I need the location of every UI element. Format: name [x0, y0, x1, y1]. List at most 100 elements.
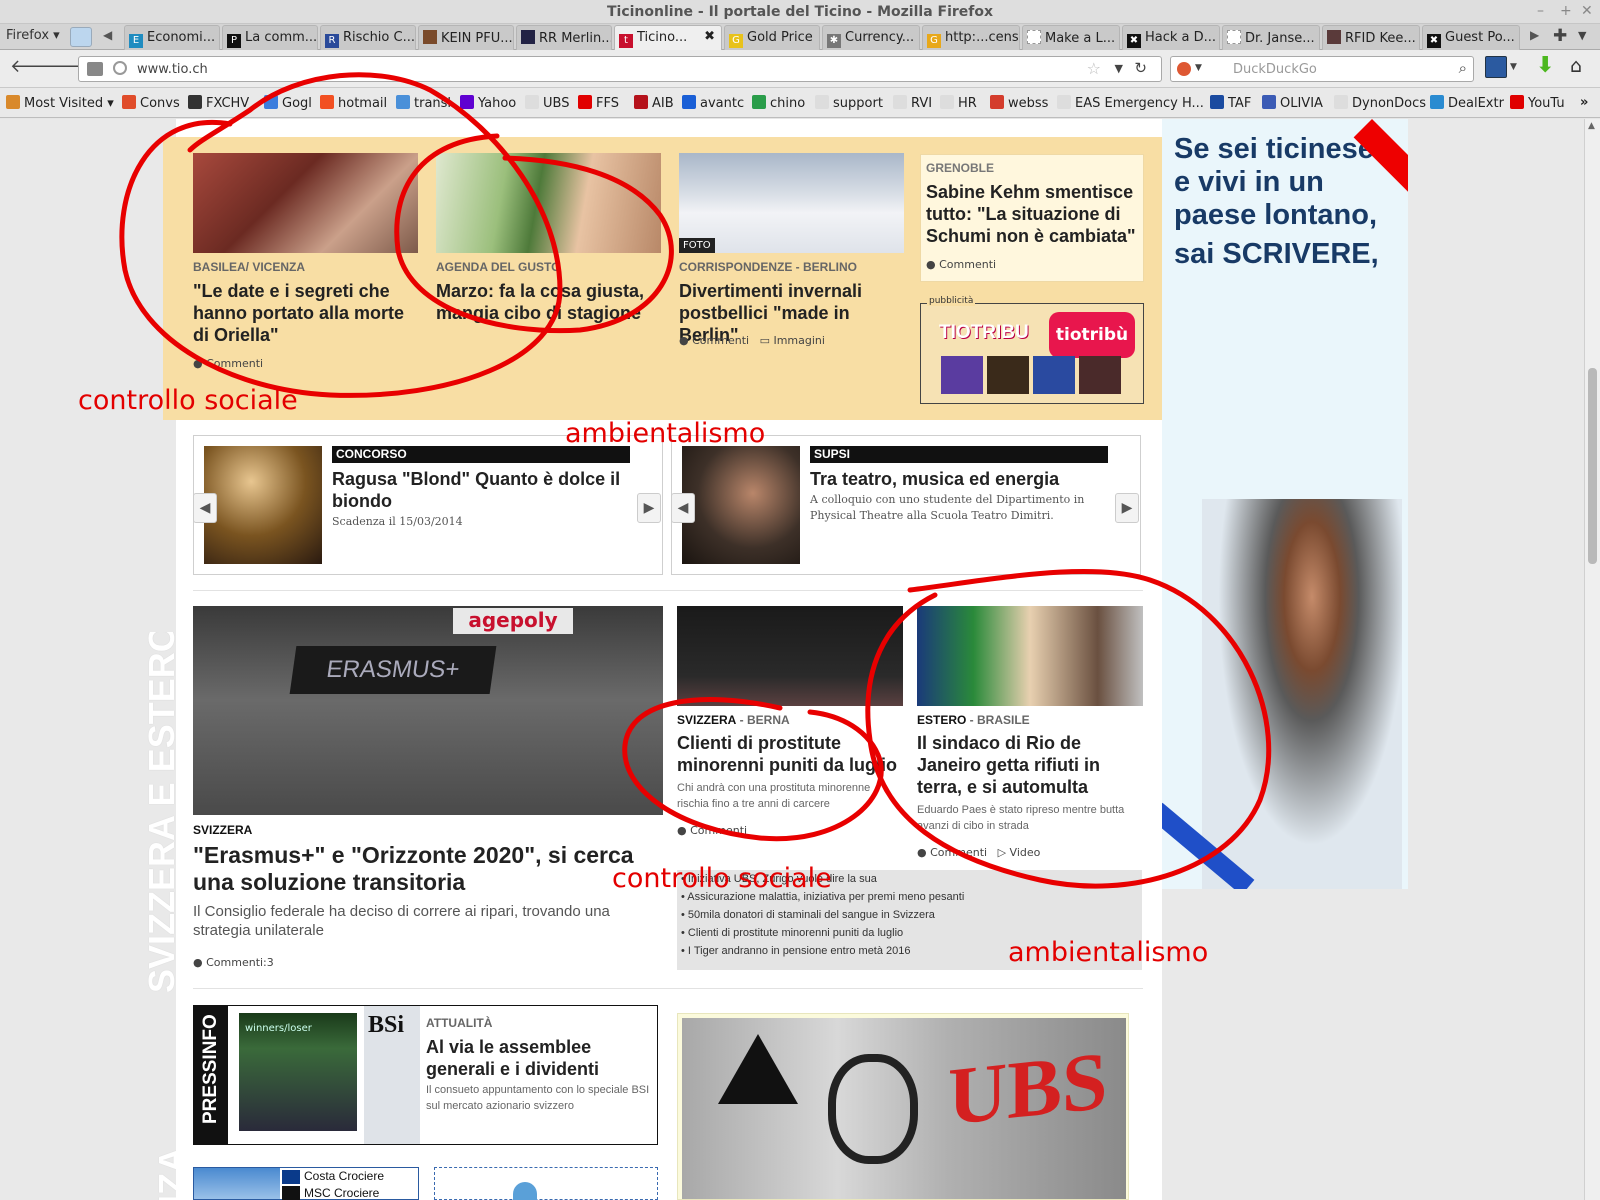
bookmark-dealextr[interactable]: DealExtr	[1430, 95, 1504, 111]
hero-photo-3[interactable]: FOTO	[679, 153, 904, 253]
tab-currency[interactable]: ✱ Currency...	[822, 25, 920, 50]
tab-hack-a-d[interactable]: ✖ Hack a D...	[1122, 25, 1220, 50]
hero-comments-3[interactable]: ● Commenti ▭ Immagini	[679, 334, 825, 347]
video-label[interactable]: Video	[1010, 846, 1041, 859]
pressinfo-headline[interactable]: Al via le assemblee generali e i dividen…	[426, 1036, 651, 1080]
brasile-comments[interactable]: ● Commenti ▷ Video	[917, 846, 1040, 859]
search-placeholder[interactable]: DuckDuckGo	[1233, 62, 1317, 77]
list-item[interactable]: • I Tiger andranno in pensione entro met…	[677, 942, 1142, 960]
hero-photo-1[interactable]	[193, 153, 418, 253]
bookmark-yahoo[interactable]: Yahoo	[460, 95, 516, 111]
page-scrollbar[interactable]	[1584, 119, 1600, 1200]
ubs-ad[interactable]: UBS	[677, 1013, 1129, 1200]
brasile-photo[interactable]	[917, 606, 1143, 706]
card-photo-concorso[interactable]	[204, 446, 322, 564]
hero-photo-2[interactable]	[436, 153, 661, 253]
bookmark-youtube[interactable]: YouTu	[1510, 95, 1565, 111]
search-magnifier-icon[interactable]: ⌕	[1459, 59, 1467, 77]
bookmark-webss[interactable]: webss	[990, 95, 1048, 111]
tab-rr-merlin[interactable]: RR Merlin...	[516, 25, 612, 50]
tab-groups-icon[interactable]	[70, 27, 92, 47]
home-icon[interactable]: ⌂	[1570, 55, 1582, 77]
berna-photo[interactable]	[677, 606, 903, 706]
bookmark-taf[interactable]: TAF	[1210, 95, 1251, 111]
scroll-up-icon[interactable]: ▲	[1588, 121, 1595, 131]
close-tab-icon[interactable]: ✖	[704, 29, 715, 44]
tab-ticino-active[interactable]: t Ticino... ✖	[614, 25, 722, 51]
main-story-photo[interactable]: ERASMUS+ agepoly	[193, 606, 663, 815]
right-banner-ad[interactable]: Se sei ticinese e vivi in un paese lonta…	[1162, 119, 1408, 889]
main-story-comments[interactable]: ● Commenti:3	[193, 956, 274, 969]
card-headline-concorso[interactable]: Ragusa "Blond" Quanto è dolce il biondo	[332, 468, 622, 512]
berna-comments[interactable]: ● Commenti	[677, 824, 747, 837]
identity-icon[interactable]	[87, 62, 103, 76]
hero-headline-2[interactable]: Marzo: fa la cosa giusta, mangia cibo di…	[436, 280, 661, 324]
bookmark-dynondocs[interactable]: DynonDocs	[1334, 95, 1426, 111]
url-text[interactable]: www.tio.ch	[137, 62, 208, 77]
reload-icon[interactable]: ↻	[1134, 59, 1147, 77]
list-item[interactable]: • Assicurazione malattia, iniziativa per…	[677, 888, 1142, 906]
tab-scroll-left-icon[interactable]: ◀	[103, 28, 112, 42]
tab-guest-po[interactable]: ✖ Guest Po...	[1422, 25, 1520, 50]
maximize-button[interactable]: +	[1560, 3, 1572, 19]
bookmark-convs[interactable]: Convs	[122, 95, 180, 111]
bookmark-ffs[interactable]: FFS	[578, 95, 619, 111]
bookmark-chino[interactable]: chino	[752, 95, 805, 111]
tab-economi[interactable]: E Economi...	[124, 25, 220, 50]
card-headline-supsi[interactable]: Tra teatro, musica ed energia	[810, 468, 1110, 490]
ad-placeholder[interactable]	[434, 1167, 658, 1200]
grenoble-headline[interactable]: Sabine Kehm smentisce tutto: "La situazi…	[926, 181, 1140, 247]
cruise-ad[interactable]: Costa Crociere MSC Crociere	[193, 1167, 419, 1200]
carousel-next-icon-2[interactable]: ▶	[1115, 493, 1139, 523]
carousel-prev-icon[interactable]: ◀	[193, 493, 217, 523]
firefox-menu-button[interactable]: Firefox ▾	[6, 28, 60, 43]
downloads-icon[interactable]: ⬇	[1536, 53, 1554, 78]
bookmark-olivia[interactable]: OLIVIA	[1262, 95, 1323, 111]
bookmarks-overflow-icon[interactable]: »	[1580, 95, 1588, 110]
bookmark-fxchv[interactable]: FXCHV	[188, 95, 249, 111]
duckduckgo-engine-icon[interactable]	[1177, 62, 1191, 76]
berna-headline[interactable]: Clienti di prostitute minorenni puniti d…	[677, 732, 907, 776]
list-item[interactable]: • Clienti di prostitute minorenni puniti…	[677, 924, 1142, 942]
grenoble-comments[interactable]: ● Commenti	[926, 258, 996, 271]
bookmark-avantc[interactable]: avantc	[682, 95, 744, 111]
bookmark-transl[interactable]: transl	[396, 95, 451, 111]
list-item[interactable]: • Iniziativa UBS, Zurigo vuole dire la s…	[677, 870, 1142, 888]
tab-http-cens[interactable]: Ghttp:...cens	[922, 25, 1020, 50]
bookmark-support[interactable]: support	[815, 95, 883, 111]
url-bar[interactable]: www.tio.ch ☆ ▼ ↻	[78, 56, 1162, 82]
pressinfo-photo[interactable]: winners/loser	[239, 1013, 357, 1131]
tab-gold-price[interactable]: G Gold Price	[724, 25, 820, 50]
tab-la-comm[interactable]: P La comm...	[222, 25, 318, 50]
bookmark-star-icon[interactable]: ☆	[1087, 59, 1101, 78]
bookmark-hr[interactable]: HR	[940, 95, 977, 111]
bookmark-hotmail[interactable]: hotmail	[320, 95, 387, 111]
search-bar[interactable]: ▼ DuckDuckGo ⌕	[1170, 56, 1474, 82]
bookmarks-menu-icon[interactable]	[1485, 56, 1507, 78]
tab-kein-pfu[interactable]: KEIN PFU...	[418, 25, 514, 50]
close-window-button[interactable]: ✕	[1581, 3, 1593, 19]
bookmark-rvi[interactable]: RVI	[893, 95, 932, 111]
carousel-next-icon[interactable]: ▶	[637, 493, 661, 523]
scrollbar-thumb[interactable]	[1588, 368, 1597, 564]
card-photo-supsi[interactable]	[682, 446, 800, 564]
bookmarks-dropdown-icon[interactable]: ▼	[1510, 62, 1517, 72]
engine-dropdown-icon[interactable]: ▼	[1195, 63, 1202, 73]
hero-comments-1[interactable]: ● Commenti	[193, 357, 263, 370]
new-tab-icon[interactable]: ✚	[1553, 26, 1567, 46]
bookmark-most-visited[interactable]: Most Visited ▾	[6, 95, 114, 111]
tab-make-a-l[interactable]: Make a L...	[1022, 25, 1120, 50]
bookmark-ubs[interactable]: UBS	[525, 95, 569, 111]
history-dropdown-icon[interactable]: ▼	[1115, 62, 1123, 75]
list-tabs-icon[interactable]: ▼	[1578, 29, 1586, 42]
tab-dr-janse[interactable]: Dr. Janse...	[1222, 25, 1320, 50]
list-item[interactable]: • 50mila donatori di staminali del sangu…	[677, 906, 1142, 924]
images-label[interactable]: Immagini	[773, 334, 824, 347]
tiotribu-ad[interactable]: pubblicità TIOTRIBU tiotribù	[920, 296, 1144, 404]
carousel-prev-icon-2[interactable]: ◀	[671, 493, 695, 523]
minimize-button[interactable]: –	[1537, 3, 1544, 19]
tab-rischio[interactable]: R Rischio C...	[320, 25, 416, 50]
bookmark-eas[interactable]: EAS Emergency H...	[1057, 95, 1204, 111]
hero-headline-1[interactable]: "Le date e i segreti che hanno portato a…	[193, 280, 418, 346]
bookmark-aib[interactable]: AIB	[634, 95, 674, 111]
